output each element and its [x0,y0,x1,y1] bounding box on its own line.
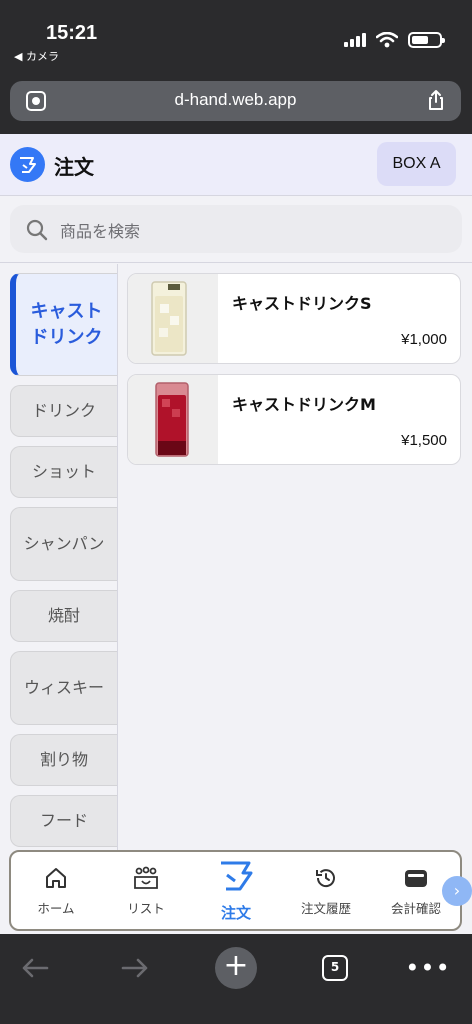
product-image [128,274,218,363]
browser-forward-button[interactable] [113,946,157,990]
search-icon [26,219,48,241]
product-name: キャストドリンクM [232,395,376,414]
app-header: 注文 BOX A [0,134,472,196]
order-icon [221,861,253,891]
search-input[interactable]: 商品を検索 [10,205,462,253]
category-item[interactable]: キャストドリンク [10,273,117,376]
more-menu-button[interactable]: ••• [405,946,451,990]
nav-label: 注文 [220,904,251,922]
status-icons [344,32,445,48]
category-sidebar: キャストドリンク ドリンク ショット シャンパン 焼酎 ウィスキー 割り物 フー… [0,264,118,854]
browser-toolbar: + 5 ••• [0,934,472,1024]
nav-order-history[interactable]: 注文履歴 [281,852,371,929]
nav-list[interactable]: リスト [101,852,191,929]
product-card[interactable]: キャストドリンクM ¥1,500 [127,374,461,465]
cellular-signal-icon [344,33,366,47]
product-list: キャストドリンクS ¥1,000 キャストドリンクM ¥1,500 [118,264,472,854]
list-icon [134,866,158,889]
home-icon [46,868,66,888]
battery-icon [408,32,445,48]
product-card[interactable]: キャストドリンクS ¥1,000 [127,273,461,364]
browser-back-button[interactable] [13,946,57,990]
wallet-icon [405,870,427,887]
category-item[interactable]: 焼酎 [10,590,117,642]
nav-label: 注文履歴 [300,901,351,916]
page-title: 注文 [54,155,94,179]
tab-count: 5 [322,955,348,981]
product-price: ¥1,000 [401,331,447,348]
new-tab-button[interactable]: + [214,946,258,990]
browser-address-area: d-hand.web.app [0,70,472,134]
more-icon: ••• [405,954,451,982]
wifi-icon [376,32,398,48]
nav-order[interactable]: 注文 [191,852,281,929]
search-bar: 商品を検索 [0,197,472,263]
nav-home[interactable]: ホーム [11,852,101,929]
nav-label: ホーム [37,901,75,916]
arrow-right-icon [121,958,148,978]
box-select-button[interactable]: BOX A [377,142,456,186]
status-bar: 15:21 ◀ カメラ [0,0,472,70]
plus-icon: + [215,947,257,989]
category-item[interactable]: フード [10,795,117,847]
product-price: ¥1,500 [401,432,447,449]
category-item[interactable]: シャンパン [10,507,117,581]
category-item[interactable]: 割り物 [10,734,117,786]
history-icon [316,869,335,888]
url-text[interactable]: d-hand.web.app [10,90,461,110]
app-content: 注文 BOX A 商品を検索 キャストドリンク ドリンク ショット シャンパン … [0,134,472,934]
share-icon[interactable] [427,89,445,111]
arrow-left-icon [22,958,49,978]
nav-label: リスト [127,901,165,916]
category-item[interactable]: ウィスキー [10,651,117,725]
bottom-navigation: ホーム リスト 注文 注文履歴 会計確認 › [9,850,472,931]
product-name: キャストドリンクS [232,294,372,313]
status-time: 15:21 [46,22,98,44]
search-placeholder: 商品を検索 [60,222,141,241]
nav-next-arrow-icon[interactable]: › [442,876,472,906]
category-item[interactable]: ドリンク [10,385,117,437]
tabs-button[interactable]: 5 [313,946,357,990]
category-item[interactable]: ショット [10,446,117,498]
app-logo-icon [10,147,45,182]
back-to-camera-link[interactable]: ◀ カメラ [14,48,59,64]
address-bar[interactable]: d-hand.web.app [10,81,461,121]
product-image [128,375,218,464]
